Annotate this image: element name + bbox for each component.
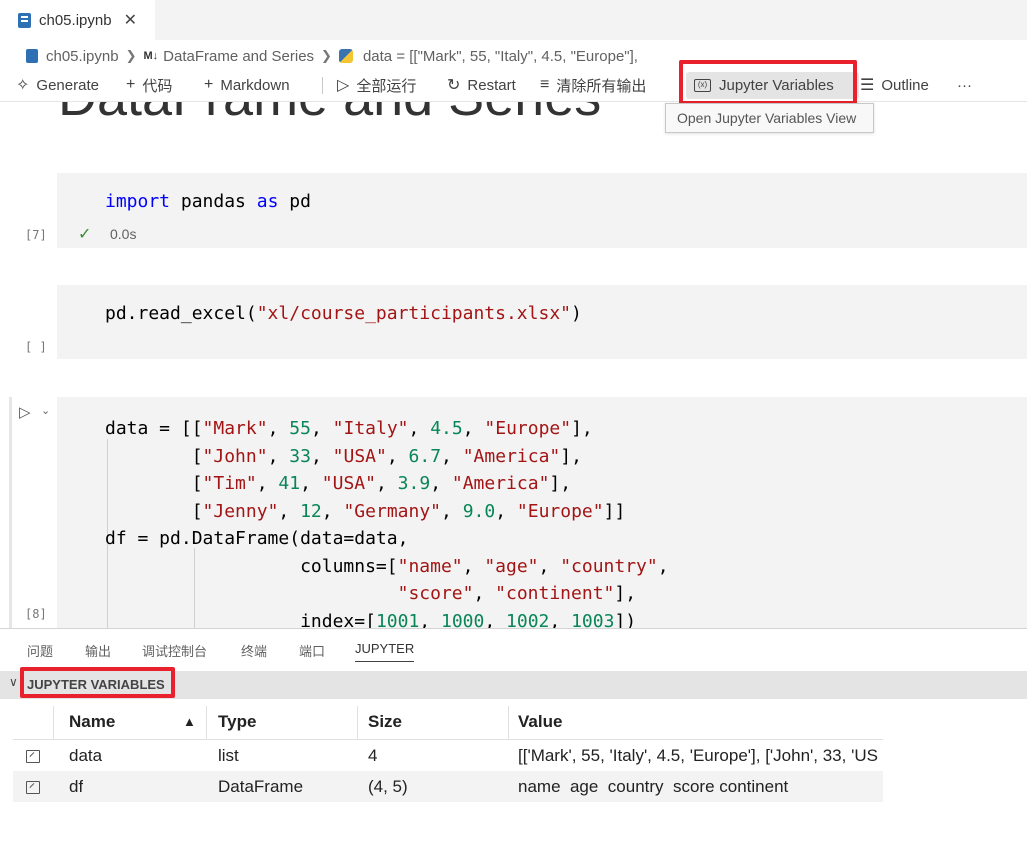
- tab-debug-console[interactable]: 调试控制台: [142, 641, 207, 660]
- generate-button[interactable]: ✧ Generate: [16, 74, 99, 96]
- chevron-right-icon: ❯: [321, 48, 332, 63]
- bottom-panel: 问题 输出 调试控制台 终端 端口 JUPYTER ∨ JUPYTER VARI…: [0, 628, 1027, 849]
- highlight-box-variables-button: [679, 60, 857, 105]
- restart-button[interactable]: ↻ Restart: [447, 74, 516, 96]
- generate-label: Generate: [36, 76, 99, 94]
- more-actions-button[interactable]: ···: [957, 74, 972, 96]
- run-all-icon: ▷: [337, 77, 350, 94]
- run-cell-icon[interactable]: ▷: [19, 403, 31, 421]
- variable-name: data: [69, 746, 103, 765]
- notebook-icon: [26, 49, 38, 63]
- variable-value: name age country score continent: [518, 777, 789, 796]
- run-all-button[interactable]: ▷ 全部运行: [337, 74, 416, 96]
- chevron-right-icon: ❯: [125, 48, 137, 63]
- tab-title: ch05.ipynb: [39, 11, 112, 29]
- breadcrumb: ch05.ipynb ❯ M↓ DataFrame and Series ❯ d…: [26, 46, 638, 66]
- execution-count: [7]: [25, 228, 47, 242]
- markdown-icon: M↓: [143, 50, 159, 62]
- outline-label: Outline: [881, 76, 929, 94]
- column-separator[interactable]: [508, 706, 509, 740]
- cell-2-source[interactable]: pd.read_excel("xl/course_participants.xl…: [105, 303, 582, 324]
- python-icon: [338, 49, 353, 63]
- cell-1-source[interactable]: import pandas as pd: [105, 191, 311, 212]
- checkmark-icon: ✓: [78, 226, 92, 243]
- tab-ports[interactable]: 端口: [299, 641, 325, 660]
- code-cell-2[interactable]: pd.read_excel("xl/course_participants.xl…: [57, 285, 1027, 359]
- open-data-viewer-icon[interactable]: [26, 750, 40, 763]
- execution-time: 0.0s: [110, 226, 137, 242]
- variable-size: 4: [368, 746, 378, 765]
- variable-type: list: [218, 746, 239, 765]
- plus-icon: +: [126, 76, 136, 93]
- column-separator[interactable]: [206, 706, 207, 740]
- grid-header: Name ▲ Type Size Value: [13, 706, 883, 740]
- code-cell-3[interactable]: data = [["Mark", 55, "Italy", 4.5, "Euro…: [57, 397, 1027, 628]
- code-cell-1[interactable]: import pandas as pd: [57, 173, 1027, 248]
- restart-label: Restart: [467, 76, 516, 94]
- column-header-type[interactable]: Type: [218, 706, 256, 740]
- notebook-toolbar: ✧ Generate + 代码 + Markdown ▷ 全部运行 ↻ Rest…: [0, 68, 1027, 102]
- variable-row[interactable]: df DataFrame (4, 5) name age country sco…: [13, 771, 883, 802]
- variable-row[interactable]: data list 4 [['Mark', 55, 'Italy', 4.5, …: [13, 740, 883, 771]
- breadcrumb-cell[interactable]: data = [["Mark", 55, "Italy", 4.5, "Euro…: [363, 48, 638, 65]
- close-icon[interactable]: ✕: [124, 10, 137, 30]
- chevron-down-icon: ∨: [9, 675, 18, 689]
- plus-icon: +: [204, 76, 214, 93]
- column-header-size[interactable]: Size: [368, 706, 402, 740]
- tab-output[interactable]: 输出: [85, 641, 111, 660]
- execution-count: [ ]: [25, 340, 47, 354]
- toolbar-divider: [322, 77, 323, 94]
- breadcrumb-section[interactable]: DataFrame and Series: [163, 48, 314, 65]
- cell-focus-indicator: [9, 397, 12, 628]
- run-all-label: 全部运行: [356, 77, 417, 95]
- column-separator[interactable]: [357, 706, 358, 740]
- editor-tab-bar: ch05.ipynb ✕: [0, 0, 1027, 40]
- column-header-value[interactable]: Value: [518, 706, 562, 740]
- highlight-box-variables-header: [20, 667, 175, 698]
- open-data-viewer-icon[interactable]: [26, 781, 40, 794]
- variable-value: [['Mark', 55, 'Italy', 4.5, 'Europe'], […: [518, 746, 878, 765]
- add-markdown-cell-button[interactable]: + Markdown: [204, 74, 290, 96]
- tab-jupyter[interactable]: JUPYTER: [355, 641, 415, 662]
- outline-button[interactable]: ☰ Outline: [860, 74, 929, 96]
- breadcrumb-file[interactable]: ch05.ipynb: [46, 48, 119, 65]
- add-markdown-label: Markdown: [220, 76, 290, 94]
- ellipsis-icon: ···: [957, 76, 972, 94]
- clear-all-icon: ≡: [540, 76, 550, 93]
- tab-ch05-notebook[interactable]: ch05.ipynb ✕: [0, 0, 155, 40]
- variable-type: DataFrame: [218, 777, 304, 796]
- clear-outputs-button[interactable]: ≡ 清除所有输出: [540, 74, 646, 96]
- sort-ascending-icon[interactable]: ▲: [183, 714, 196, 729]
- variable-size: (4, 5): [368, 777, 408, 796]
- tooltip: Open Jupyter Variables View: [665, 103, 874, 133]
- notebook-icon: [18, 12, 31, 28]
- tab-problems[interactable]: 问题: [27, 641, 53, 660]
- cell-3-source[interactable]: data = [["Mark", 55, "Italy", 4.5, "Euro…: [105, 415, 669, 628]
- column-header-name[interactable]: Name: [69, 706, 115, 740]
- restart-icon: ↻: [447, 77, 461, 94]
- add-code-label: 代码: [142, 77, 173, 95]
- variable-name: df: [69, 777, 84, 796]
- sparkle-icon: ✧: [16, 77, 30, 94]
- clear-outputs-label: 清除所有输出: [556, 77, 647, 95]
- tab-terminal[interactable]: 终端: [241, 641, 267, 660]
- add-code-cell-button[interactable]: + 代码: [126, 74, 172, 96]
- column-separator: [53, 706, 54, 740]
- list-icon: ☰: [860, 77, 875, 94]
- execution-count: [8]: [25, 607, 47, 621]
- chevron-down-icon[interactable]: ⌄: [41, 404, 50, 417]
